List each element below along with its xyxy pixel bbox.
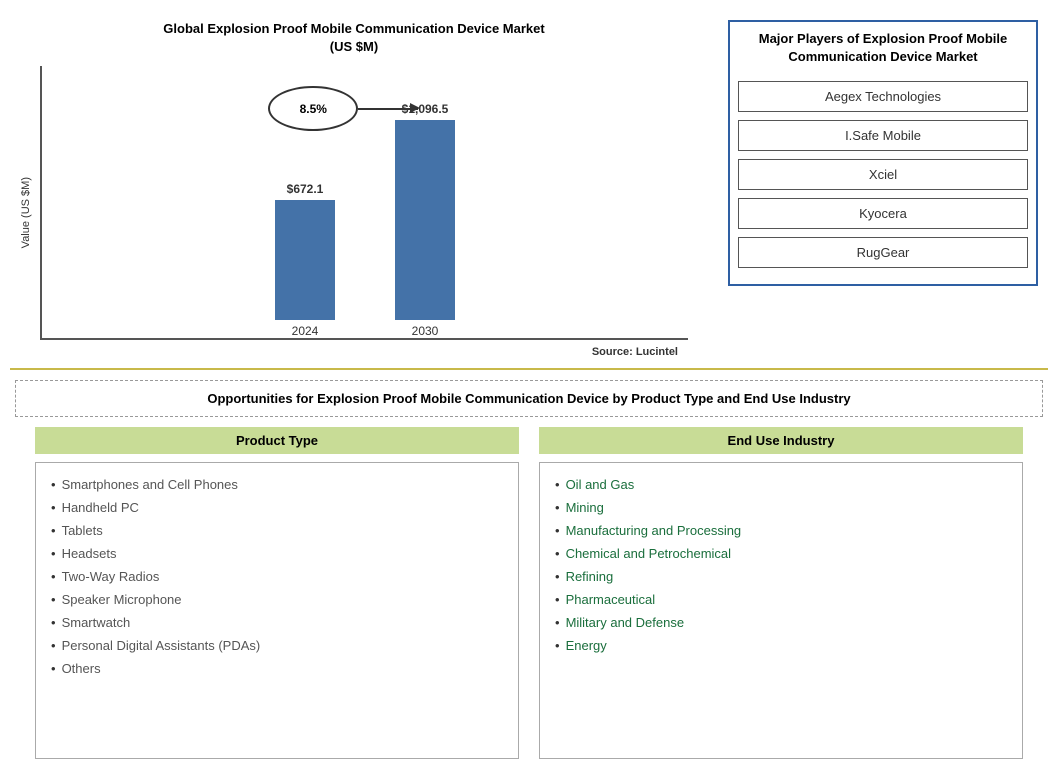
y-axis-label: Value (US $M) — [20, 177, 32, 248]
end-use-items-box: • Oil and Gas • Mining • Manufacturing a… — [539, 462, 1023, 759]
product-item-7: Personal Digital Assistants (PDAs) — [62, 638, 261, 653]
end-use-item-1: Mining — [566, 500, 604, 515]
bullet-icon: • — [51, 615, 56, 630]
player-isafe: I.Safe Mobile — [738, 120, 1028, 151]
list-item: • Smartphones and Cell Phones — [51, 473, 503, 496]
major-players-area: Major Players of Explosion Proof Mobile … — [708, 10, 1048, 368]
bullet-icon: • — [51, 592, 56, 607]
list-item: • Refining — [555, 565, 1007, 588]
chart-inner: 8.5% $672.1 2024 — [40, 66, 688, 358]
source-text: Source: Lucintel — [40, 346, 688, 358]
list-item: • Pharmaceutical — [555, 588, 1007, 611]
bullet-icon: • — [555, 638, 560, 653]
end-use-item-7: Energy — [566, 638, 607, 653]
end-use-item-5: Pharmaceutical — [566, 592, 656, 607]
bullet-icon: • — [51, 477, 56, 492]
bullet-icon: • — [51, 546, 56, 561]
list-item: • Energy — [555, 634, 1007, 657]
end-use-item-0: Oil and Gas — [566, 477, 635, 492]
bar-group-2030: $1,096.5 2030 — [395, 102, 455, 338]
bar-2024-label: 2024 — [292, 324, 319, 338]
main-container: Global Explosion Proof Mobile Communicat… — [0, 0, 1058, 779]
product-item-3: Headsets — [62, 546, 117, 561]
product-item-1: Handheld PC — [62, 500, 139, 515]
end-use-item-3: Chemical and Petrochemical — [566, 546, 731, 561]
cagr-value: 8.5% — [300, 102, 327, 116]
list-item: • Military and Defense — [555, 611, 1007, 634]
list-item: • Oil and Gas — [555, 473, 1007, 496]
bar-2024 — [275, 200, 335, 320]
product-type-column: Product Type • Smartphones and Cell Phon… — [35, 427, 519, 759]
bullet-icon: • — [51, 523, 56, 538]
end-use-item-2: Manufacturing and Processing — [566, 523, 742, 538]
player-aegex: Aegex Technologies — [738, 81, 1028, 112]
product-type-items-box: • Smartphones and Cell Phones • Handheld… — [35, 462, 519, 759]
bullet-icon: • — [51, 569, 56, 584]
product-item-5: Speaker Microphone — [62, 592, 182, 607]
product-item-8: Others — [62, 661, 101, 676]
cagr-annotation: 8.5% — [268, 86, 418, 131]
list-item: • Tablets — [51, 519, 503, 542]
end-use-item-6: Military and Defense — [566, 615, 685, 630]
chart-title: Global Explosion Proof Mobile Communicat… — [163, 20, 544, 56]
list-item: • Headsets — [51, 542, 503, 565]
opportunities-title: Opportunities for Explosion Proof Mobile… — [15, 380, 1043, 417]
bullet-icon: • — [555, 569, 560, 584]
bullet-icon: • — [555, 615, 560, 630]
player-xciel: Xciel — [738, 159, 1028, 190]
player-kyocera: Kyocera — [738, 198, 1028, 229]
bar-2030 — [395, 120, 455, 320]
bar-group-2024: $672.1 2024 — [275, 182, 335, 338]
list-item: • Manufacturing and Processing — [555, 519, 1007, 542]
player-ruggear: RugGear — [738, 237, 1028, 268]
end-use-header: End Use Industry — [539, 427, 1023, 454]
bullet-icon: • — [51, 661, 56, 676]
chart-area: Global Explosion Proof Mobile Communicat… — [10, 10, 708, 368]
bullet-icon: • — [51, 500, 56, 515]
chart-title-line1: Global Explosion Proof Mobile Communicat… — [163, 21, 544, 36]
bullet-icon: • — [51, 638, 56, 653]
product-item-4: Two-Way Radios — [62, 569, 160, 584]
bullet-icon: • — [555, 592, 560, 607]
chart-wrapper: Value (US $M) 8.5% — [20, 66, 688, 358]
product-item-6: Smartwatch — [62, 615, 131, 630]
list-item: • Two-Way Radios — [51, 565, 503, 588]
bullet-icon: • — [555, 523, 560, 538]
product-item-0: Smartphones and Cell Phones — [62, 477, 238, 492]
list-item: • Chemical and Petrochemical — [555, 542, 1007, 565]
list-item: • Handheld PC — [51, 496, 503, 519]
product-type-header: Product Type — [35, 427, 519, 454]
list-item: • Speaker Microphone — [51, 588, 503, 611]
bullet-icon: • — [555, 500, 560, 515]
bar-2024-value: $672.1 — [287, 182, 324, 196]
bar-2030-label: 2030 — [412, 324, 439, 338]
list-item: • Others — [51, 657, 503, 680]
major-players-title: Major Players of Explosion Proof Mobile … — [738, 30, 1028, 66]
cagr-ellipse: 8.5% — [268, 86, 358, 131]
major-players-box: Major Players of Explosion Proof Mobile … — [728, 20, 1038, 286]
product-item-2: Tablets — [62, 523, 103, 538]
bars-container: 8.5% $672.1 2024 — [40, 66, 688, 340]
end-use-column: End Use Industry • Oil and Gas • Mining … — [539, 427, 1023, 759]
list-item: • Smartwatch — [51, 611, 503, 634]
chart-title-line2: (US $M) — [330, 39, 378, 54]
top-section: Global Explosion Proof Mobile Communicat… — [10, 10, 1048, 370]
bullet-icon: • — [555, 477, 560, 492]
bullet-icon: • — [555, 546, 560, 561]
end-use-item-4: Refining — [566, 569, 614, 584]
opportunities-content: Product Type • Smartphones and Cell Phon… — [15, 427, 1043, 759]
bottom-section: Opportunities for Explosion Proof Mobile… — [10, 370, 1048, 769]
list-item: • Personal Digital Assistants (PDAs) — [51, 634, 503, 657]
list-item: • Mining — [555, 496, 1007, 519]
